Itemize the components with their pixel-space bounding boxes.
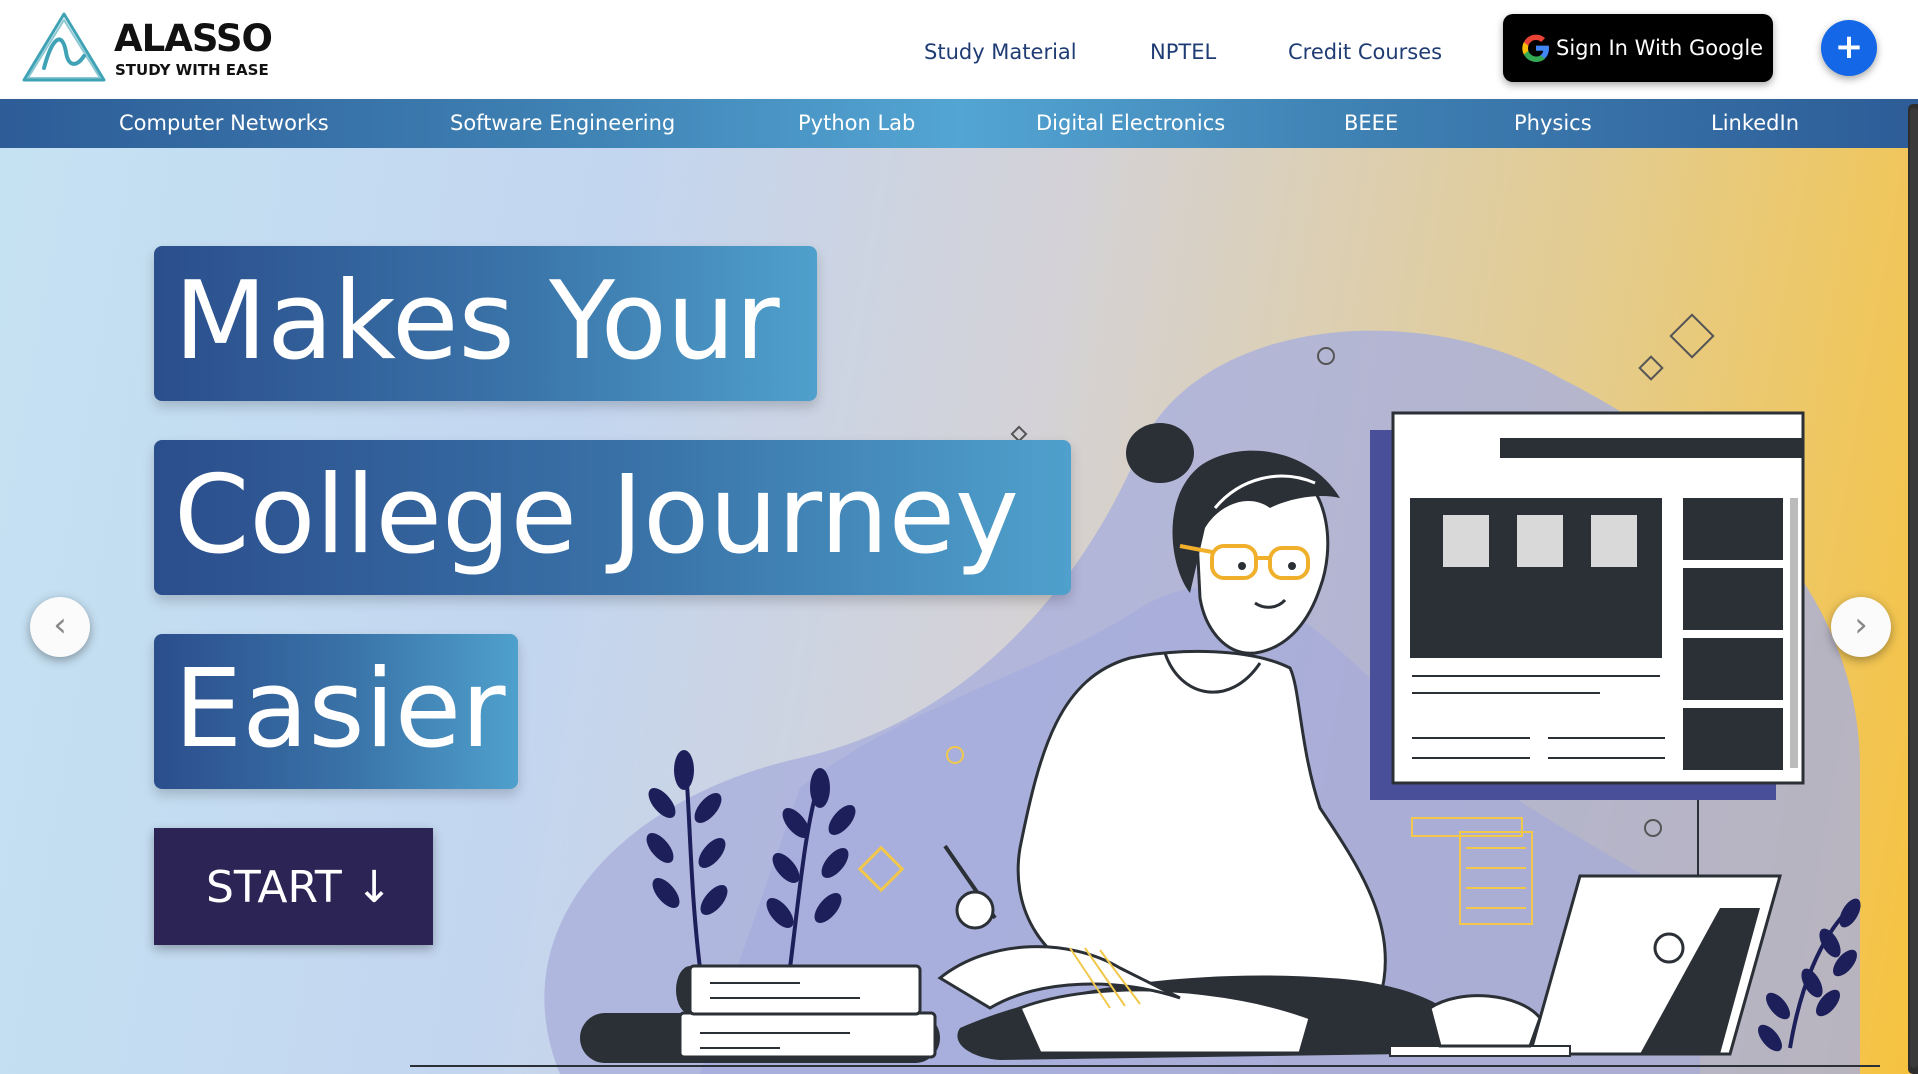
carousel-prev-button[interactable]: ‹ <box>30 597 90 657</box>
course-link-python-lab[interactable]: Python Lab <box>798 111 915 135</box>
course-link-computer-networks[interactable]: Computer Networks <box>119 111 329 135</box>
course-link-physics[interactable]: Physics <box>1514 111 1592 135</box>
headline-line-2: College Journey <box>154 440 1071 595</box>
course-link-linkedin[interactable]: LinkedIn <box>1711 111 1799 135</box>
chevron-left-icon: ‹ <box>53 605 67 645</box>
hero-carousel: Makes Your College Journey Easier START … <box>0 148 1918 1074</box>
course-link-software-engineering[interactable]: Software Engineering <box>450 111 675 135</box>
headline-line-2-text: College Journey <box>174 453 1019 578</box>
site-header: ALASSO STUDY WITH EASE Study Material NP… <box>0 0 1918 98</box>
nav-link-credit-courses[interactable]: Credit Courses <box>1288 40 1442 64</box>
headline-line-3-text: Easier <box>174 647 506 772</box>
start-button[interactable]: START ↓ <box>154 828 433 945</box>
course-link-digital-electronics[interactable]: Digital Electronics <box>1036 111 1225 135</box>
chevron-right-icon: › <box>1854 605 1868 645</box>
nav-link-nptel[interactable]: NPTEL <box>1150 40 1216 64</box>
brand-logo[interactable]: ALASSO STUDY WITH EASE <box>18 8 278 90</box>
google-g-icon <box>1522 34 1549 62</box>
alasso-logo-icon <box>22 12 106 82</box>
start-button-label: START ↓ <box>206 862 393 913</box>
plus-button[interactable]: + <box>1821 20 1877 76</box>
nav-link-study-material[interactable]: Study Material <box>924 40 1077 64</box>
carousel-next-button[interactable]: › <box>1831 597 1891 657</box>
brand-name: ALASSO <box>114 17 273 60</box>
sign-in-google-button[interactable]: Sign In With Google <box>1503 14 1773 82</box>
sign-in-label: Sign In With Google <box>1556 36 1764 60</box>
brand-tagline: STUDY WITH EASE <box>115 61 269 79</box>
headline-line-1-text: Makes Your <box>174 259 780 384</box>
page-scrollbar-thumb[interactable] <box>1910 108 1918 1068</box>
course-link-beee[interactable]: BEEE <box>1344 111 1398 135</box>
course-nav-bar: Computer Networks Software Engineering P… <box>0 99 1918 148</box>
headline-line-1: Makes Your <box>154 246 817 401</box>
headline-line-3: Easier <box>154 634 518 789</box>
